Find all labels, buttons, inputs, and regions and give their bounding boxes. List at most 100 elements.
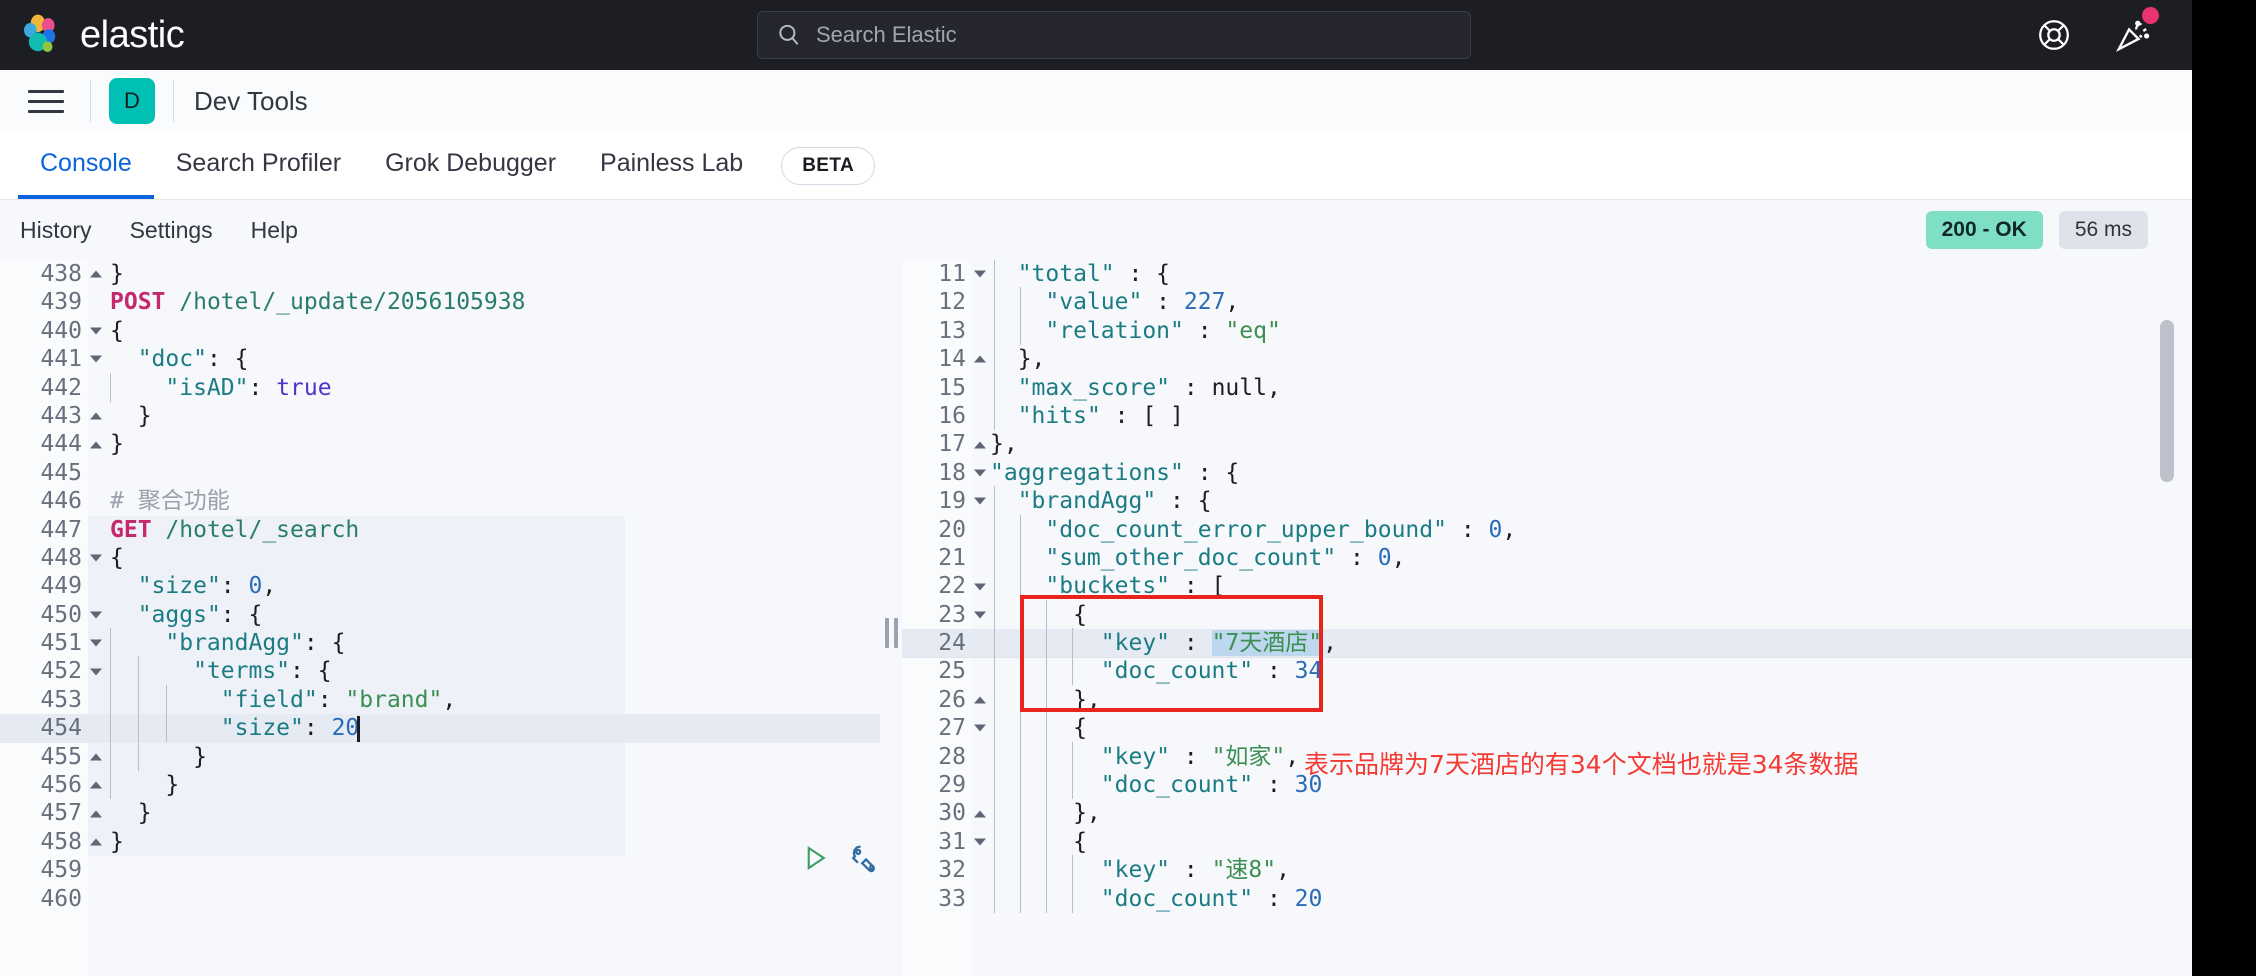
code-line[interactable]: 19 "brandAgg" : {	[902, 486, 2192, 516]
code-token: "buckets"	[1045, 573, 1171, 600]
code-line[interactable]: 18 "aggregations" : {	[902, 459, 2192, 487]
request-editor-pane[interactable]: 438} 439 POST /hotel/_update/2056105938 440…	[0, 260, 880, 976]
code-token: "key"	[1100, 630, 1171, 657]
code-line[interactable]: 438}	[0, 260, 880, 288]
code-line[interactable]: 13 "relation" : "eq"	[902, 315, 2192, 345]
code-line[interactable]: 444}	[0, 430, 880, 458]
indent-guide	[138, 684, 139, 714]
code-line[interactable]: 450 "aggs": {	[0, 601, 880, 629]
elastic-brand[interactable]: elastic	[0, 13, 430, 57]
code-token: ,	[1285, 743, 1300, 770]
code-line[interactable]: 20 "doc_count_error_upper_bound" : 0,	[902, 514, 2192, 544]
code-line[interactable]: 442 "isAD": true	[0, 372, 880, 402]
code-line[interactable]: 22 "buckets" : [	[902, 571, 2192, 601]
help-button[interactable]	[2036, 17, 2072, 53]
indent-guide	[1020, 542, 1021, 572]
news-feed-button[interactable]	[2114, 7, 2159, 54]
beta-badge: BETA	[781, 146, 876, 185]
code-line[interactable]: 445	[0, 459, 880, 487]
pane-splitter[interactable]	[880, 260, 902, 976]
code-line[interactable]: 457 }	[0, 799, 880, 827]
indent-guide	[1020, 599, 1021, 629]
code-line[interactable]: 17},	[902, 430, 2192, 458]
indent-guide	[1020, 571, 1021, 601]
response-viewer-pane[interactable]: 11 "total" : {12 "value" : 227, 13 "relat…	[902, 260, 2192, 976]
code-line[interactable]: 441 "doc": {	[0, 345, 880, 373]
code-line-text: "key" : "如家",	[972, 741, 1300, 771]
code-line[interactable]: 12 "value" : 227,	[902, 287, 2192, 317]
code-token: },	[990, 346, 1046, 373]
code-line[interactable]: 15 "max_score" : null,	[902, 372, 2192, 402]
indent-guide	[994, 826, 995, 856]
code-line[interactable]: 33 "doc_count" : 20	[902, 883, 2192, 913]
code-line[interactable]: 26 },	[902, 684, 2192, 714]
code-token: "brandAgg"	[1017, 488, 1157, 515]
code-line[interactable]: 453 "field": "brand",	[0, 684, 880, 714]
hamburger-menu-button[interactable]	[20, 81, 72, 121]
indent-guide	[110, 684, 111, 714]
code-line[interactable]: 440 {	[0, 317, 880, 345]
code-line[interactable]: 21 "sum_other_doc_count" : 0,	[902, 542, 2192, 572]
code-line[interactable]: 458}	[0, 828, 880, 856]
search-input[interactable]	[816, 22, 1452, 48]
indent-guide	[1020, 855, 1021, 885]
code-line-text: "key" : "速8",	[972, 855, 1290, 885]
code-line[interactable]: 452 "terms": {	[0, 656, 880, 686]
code-line[interactable]: 448 {	[0, 544, 880, 572]
code-line[interactable]: 456 }	[0, 770, 880, 800]
code-token: # 聚合功能	[110, 488, 230, 515]
line-number: 16	[938, 402, 966, 429]
code-line[interactable]: 459	[0, 856, 880, 884]
code-token: 0	[1377, 544, 1392, 571]
code-token: 20	[331, 715, 360, 742]
tab-console[interactable]: Console	[18, 132, 154, 199]
settings-button[interactable]: Settings	[130, 217, 213, 244]
line-number: 443	[0, 402, 102, 430]
code-line[interactable]: 24 "key" : "7天酒店",	[902, 628, 2192, 658]
response-code[interactable]: 11 "total" : {12 "value" : 227, 13 "relat…	[902, 260, 2192, 913]
code-line[interactable]: 11 "total" : {	[902, 260, 2192, 288]
line-number: 458	[0, 828, 102, 856]
drag-handle-icon	[884, 618, 898, 648]
request-code[interactable]: 438} 439 POST /hotel/_update/2056105938 440…	[0, 260, 880, 913]
code-line[interactable]: 31 {	[902, 826, 2192, 856]
history-button[interactable]: History	[20, 217, 92, 244]
indent-guide	[1046, 855, 1047, 885]
code-line[interactable]: 32 "key" : "速8",	[902, 855, 2192, 885]
code-line[interactable]: 449 "size": 0,	[0, 572, 880, 600]
code-line[interactable]: 25 "doc_count" : 34	[902, 656, 2192, 686]
code-line[interactable]: 443 }	[0, 402, 880, 430]
request-options-button[interactable]	[848, 842, 880, 874]
code-line[interactable]: 446 # 聚合功能	[0, 487, 880, 515]
code-line[interactable]: 451 "brandAgg": {	[0, 628, 880, 658]
code-line[interactable]: 439 POST /hotel/_update/2056105938	[0, 288, 880, 316]
code-line[interactable]: 30 },	[902, 798, 2192, 828]
code-line[interactable]: 14 },	[902, 344, 2192, 374]
code-token: 34	[1294, 658, 1323, 685]
code-line[interactable]: 16 "hits" : [ ]	[902, 400, 2192, 430]
code-token: :	[1253, 658, 1295, 685]
code-line[interactable]: 447 GET /hotel/_search	[0, 516, 880, 544]
help-link[interactable]: Help	[251, 217, 298, 244]
code-token: },	[990, 431, 1018, 458]
code-token: : {	[1114, 261, 1171, 287]
tab-painless-lab[interactable]: Painless Lab	[578, 132, 765, 199]
code-line[interactable]: 23 {	[902, 599, 2192, 629]
code-line[interactable]: 455 }	[0, 741, 880, 771]
tab-grok-debugger[interactable]: Grok Debugger	[363, 132, 578, 199]
global-search[interactable]	[757, 11, 1471, 59]
code-line[interactable]: 454 "size": 20	[0, 713, 880, 743]
code-token: 20	[1294, 885, 1323, 912]
response-scrollbar[interactable]	[2160, 320, 2174, 482]
code-line-text: "hits" : [ ]	[972, 400, 1184, 430]
space-avatar[interactable]: D	[109, 78, 155, 124]
code-line[interactable]: 27 {	[902, 713, 2192, 743]
tab-search-profiler[interactable]: Search Profiler	[154, 132, 363, 199]
code-line-text: "sum_other_doc_count" : 0,	[972, 542, 1405, 572]
run-request-button[interactable]	[800, 843, 830, 873]
code-token: "total"	[1017, 261, 1115, 287]
brand-label: elastic	[80, 14, 185, 56]
code-line[interactable]: 460	[0, 885, 880, 913]
